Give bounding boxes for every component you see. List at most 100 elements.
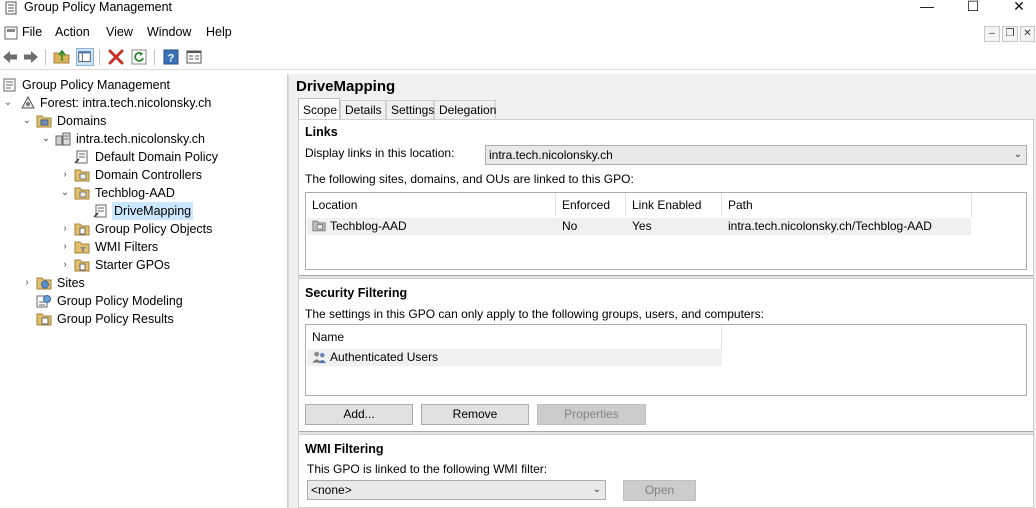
tree-node-domains[interactable]: ⌄ Domains [21, 112, 281, 130]
toolbar-separator [45, 49, 46, 65]
tab-delegation[interactable]: Delegation [434, 100, 496, 119]
tab-details[interactable]: Details [340, 100, 386, 119]
cell-name: Authenticated Users [330, 350, 439, 364]
forward-arrow-icon[interactable] [22, 48, 40, 66]
tree-node-drivemapping[interactable]: DriveMapping [78, 202, 278, 220]
remove-button[interactable]: Remove [421, 404, 529, 425]
expand-chevron-icon[interactable]: › [59, 220, 71, 238]
forest-icon [21, 96, 35, 109]
menu-help[interactable]: Help [206, 25, 232, 39]
menu-action[interactable]: Action [55, 25, 90, 39]
cell-location: Techblog-AAD [330, 219, 407, 233]
add-button[interactable]: Add... [305, 404, 413, 425]
collapse-chevron-icon[interactable]: ⌄ [21, 112, 33, 130]
tree-node-starter-gpos[interactable]: › Starter GPOs [59, 256, 279, 274]
child-close-button[interactable]: ✕ [1020, 26, 1035, 42]
gpo-folder-icon [74, 223, 90, 236]
maximize-button[interactable]: ☐ [950, 0, 996, 18]
details-pane: DriveMapping Scope Details Settings Dele… [294, 74, 1036, 508]
cell-link-enabled: Yes [632, 219, 652, 233]
tree-label: Domains [57, 114, 107, 128]
tab-settings[interactable]: Settings [386, 100, 434, 119]
gpo-title: DriveMapping [296, 78, 396, 95]
collapse-chevron-icon[interactable]: ⌄ [40, 130, 52, 148]
collapse-chevron-icon[interactable]: ⌄ [59, 184, 71, 202]
column-header-location[interactable]: Location [306, 193, 556, 217]
refresh-icon[interactable] [130, 48, 148, 66]
tree-node-gp-modeling[interactable]: Group Policy Modeling [21, 292, 281, 310]
tab-scope[interactable]: Scope [298, 98, 340, 119]
security-description: The settings in this GPO can only apply … [305, 307, 764, 321]
expand-chevron-icon[interactable]: › [59, 166, 71, 184]
results-icon [36, 313, 52, 326]
tree-label: Techblog-AAD [95, 186, 175, 200]
wmi-filter-dropdown[interactable]: <none> ⌄ [307, 480, 606, 500]
domains-folder-icon [36, 115, 52, 128]
tree-node-root[interactable]: Group Policy Management [2, 76, 282, 94]
tree-node-domain-controllers[interactable]: › Domain Controllers [59, 166, 279, 184]
child-minimize-button[interactable]: – [984, 26, 1000, 42]
menu-window[interactable]: Window [147, 25, 191, 39]
properties-icon[interactable] [185, 48, 203, 66]
system-menu-icon[interactable] [4, 26, 18, 40]
up-folder-icon[interactable] [53, 48, 71, 66]
location-dropdown[interactable]: intra.tech.nicolonsky.ch ⌄ [485, 145, 1027, 165]
tree-label: Default Domain Policy [95, 150, 218, 164]
show-hide-tree-icon[interactable] [76, 48, 94, 66]
links-description: The following sites, domains, and OUs ar… [305, 172, 634, 186]
close-button[interactable]: ✕ [996, 0, 1036, 18]
tree-label: Group Policy Management [22, 78, 170, 92]
location-label: Display links in this location: [305, 146, 455, 160]
chevron-down-icon: ⌄ [1013, 149, 1022, 160]
wmi-filter-value: <none> [311, 483, 352, 497]
column-header-enforced[interactable]: Enforced [556, 193, 626, 217]
delete-icon[interactable] [107, 48, 125, 66]
back-arrow-icon[interactable] [1, 48, 19, 66]
column-header-path[interactable]: Path [722, 193, 972, 217]
open-button[interactable]: Open [623, 480, 696, 501]
menu-view[interactable]: View [106, 25, 133, 39]
minimize-button[interactable]: — [904, 0, 950, 18]
tree-label: Domain Controllers [95, 168, 202, 182]
gpo-link-icon [93, 204, 107, 218]
domain-icon [55, 132, 71, 146]
toolbar-separator [154, 49, 155, 65]
properties-button[interactable]: Properties [537, 404, 646, 425]
help-icon[interactable]: ? [162, 48, 180, 66]
gpm-root-icon [3, 78, 16, 92]
title-bar: Group Policy Management — ☐ ✕ [0, 0, 1036, 18]
expand-chevron-icon[interactable]: › [59, 238, 71, 256]
section-splitter[interactable] [299, 431, 1033, 435]
scope-tab-body: Links Display links in this location: in… [298, 119, 1034, 508]
expand-chevron-icon[interactable]: › [59, 256, 71, 274]
tree-label: WMI Filters [95, 240, 159, 254]
column-header-name[interactable]: Name [306, 325, 722, 349]
cell-path: intra.tech.nicolonsky.ch/Techblog-AAD [728, 219, 932, 233]
tree-node-group-policy-objects[interactable]: › Group Policy Objects [59, 220, 279, 238]
security-listview[interactable]: Name Authenticated Users [305, 324, 1027, 396]
collapse-chevron-icon[interactable]: ⌄ [2, 94, 14, 112]
tree-node-techblog-aad[interactable]: ⌄ Techblog-AAD [59, 184, 279, 202]
tree-node-default-domain-policy[interactable]: Default Domain Policy [59, 148, 279, 166]
tree-label: Sites [57, 276, 85, 290]
security-filtering-heading: Security Filtering [305, 286, 408, 300]
section-splitter[interactable] [299, 275, 1033, 279]
links-listview[interactable]: Location Enforced Link Enabled Path Tech… [305, 192, 1027, 270]
sites-icon [36, 277, 52, 290]
menu-file[interactable]: File [22, 25, 42, 39]
expand-chevron-icon[interactable]: › [21, 274, 33, 292]
tree-node-gp-results[interactable]: Group Policy Results [21, 310, 281, 328]
column-header-link-enabled[interactable]: Link Enabled [626, 193, 722, 217]
tree-node-domain[interactable]: ⌄ intra.tech.nicolonsky.ch [40, 130, 280, 148]
tree-label: Group Policy Objects [95, 222, 213, 236]
tree-node-forest[interactable]: ⌄ Forest: intra.tech.nicolonsky.ch [2, 94, 282, 112]
wmi-description: This GPO is linked to the following WMI … [307, 462, 548, 476]
toolbar: ? [0, 44, 1036, 70]
tree-node-sites[interactable]: › Sites [21, 274, 281, 292]
links-heading: Links [305, 125, 338, 139]
child-restore-button[interactable]: ❐ [1002, 26, 1018, 42]
tree-label: intra.tech.nicolonsky.ch [76, 132, 205, 146]
tree-node-wmi-filters[interactable]: › WMI Filters [59, 238, 279, 256]
toolbar-separator [99, 49, 100, 65]
tree-label: Starter GPOs [95, 258, 171, 272]
